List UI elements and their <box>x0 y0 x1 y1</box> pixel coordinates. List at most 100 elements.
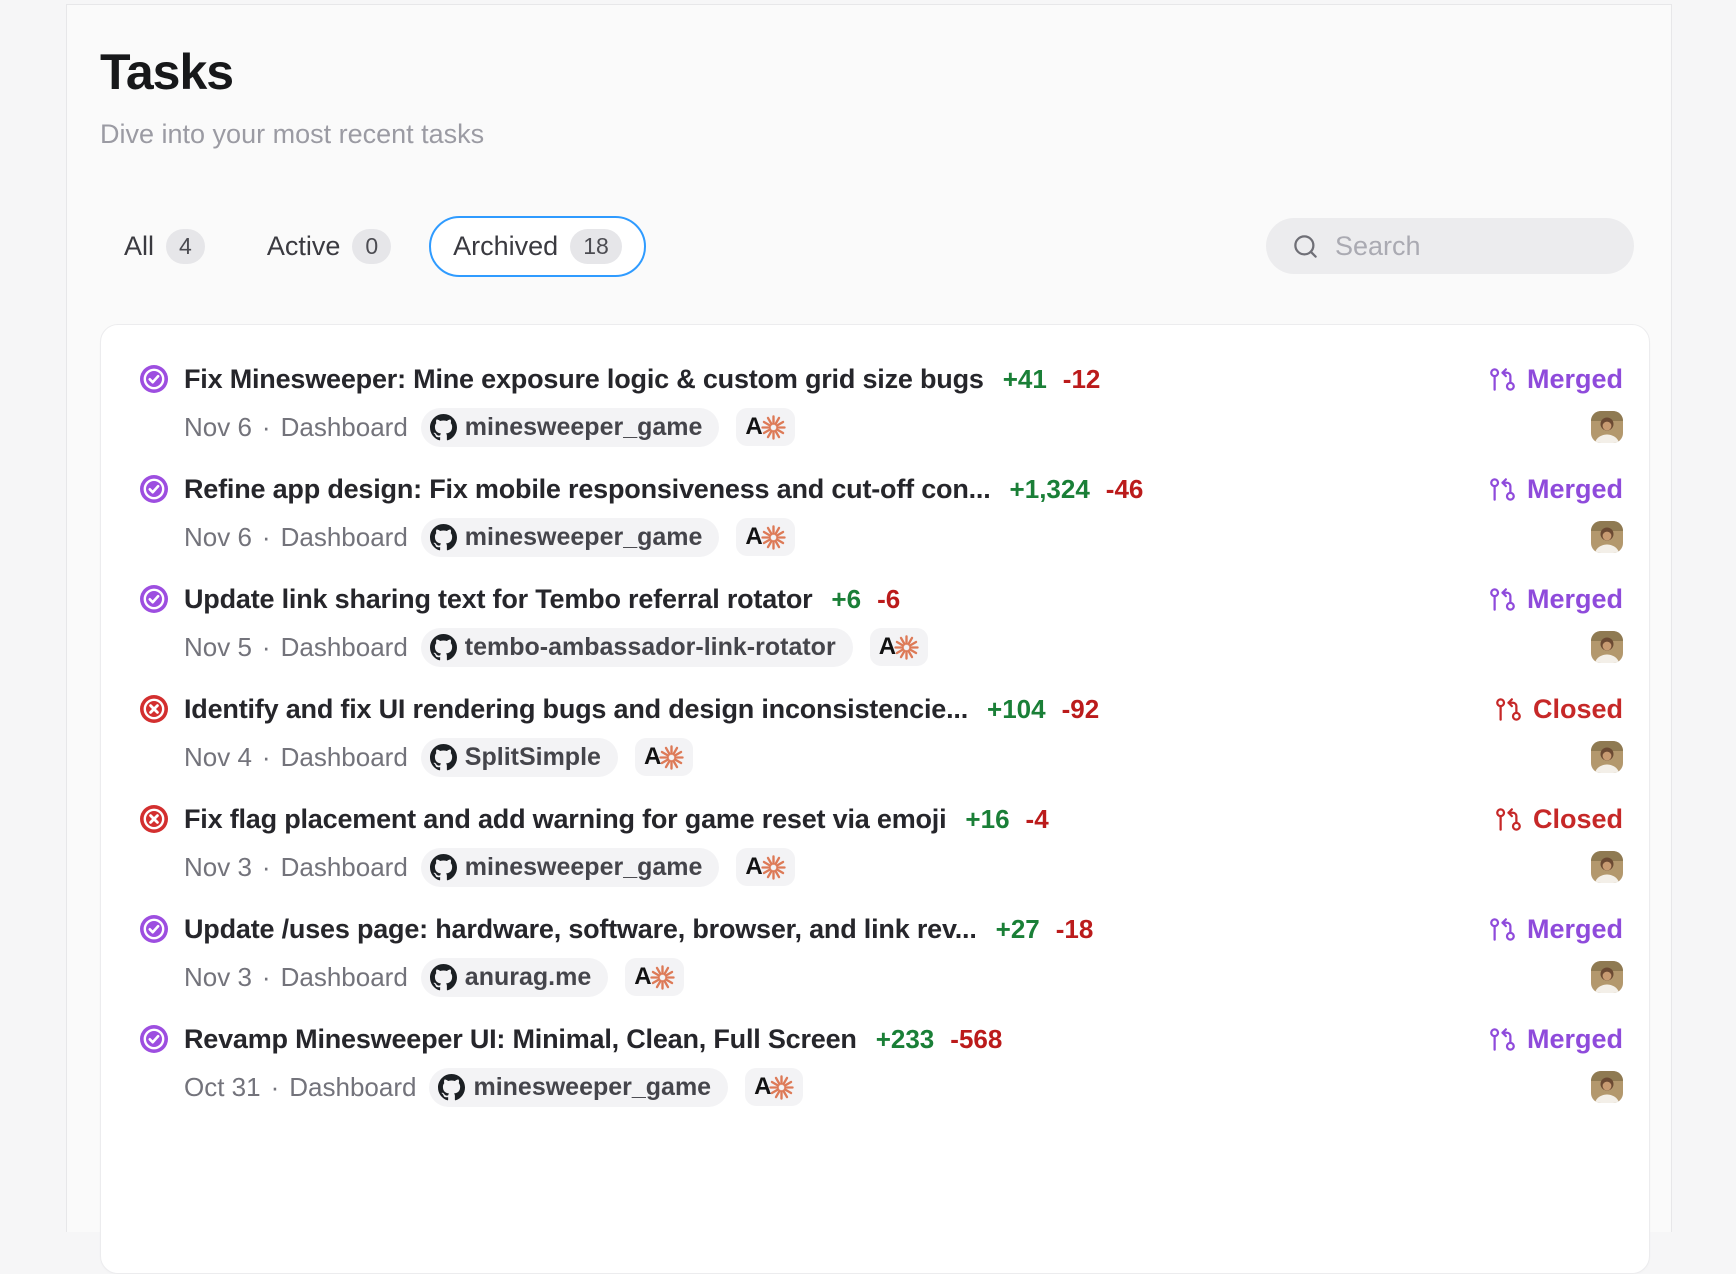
deletions-count: -46 <box>1106 474 1144 505</box>
task-row[interactable]: Fix Minesweeper: Mine exposure logic & c… <box>140 349 1623 459</box>
pr-status: Merged <box>1489 474 1623 505</box>
avatar <box>1591 411 1623 443</box>
task-row-meta-line: Nov 6 · Dashboard minesweeper_game A <box>184 517 1623 557</box>
diff-stats: +16 -4 <box>965 804 1048 835</box>
task-meta: Oct 31 · Dashboard <box>184 1072 416 1103</box>
task-source: Dashboard <box>281 522 408 553</box>
meta-separator: · <box>262 522 271 553</box>
repo-badge[interactable]: minesweeper_game <box>421 408 720 447</box>
check-circle-icon <box>140 585 168 613</box>
task-row-main-line: Identify and fix UI rendering bugs and d… <box>140 691 1623 727</box>
task-title: Refine app design: Fix mobile responsive… <box>184 474 991 505</box>
page-subtitle: Dive into your most recent tasks <box>100 119 1671 150</box>
task-row-meta-line: Nov 3 · Dashboard minesweeper_game A <box>184 847 1623 887</box>
claude-starburst-icon <box>760 414 787 441</box>
github-mark-icon <box>430 854 457 881</box>
deletions-count: -12 <box>1063 364 1101 395</box>
task-title: Fix Minesweeper: Mine exposure logic & c… <box>184 364 984 395</box>
tab-label: All <box>124 231 154 262</box>
github-mark-icon <box>430 634 457 661</box>
avatar <box>1591 741 1623 773</box>
deletions-count: -568 <box>950 1024 1002 1055</box>
task-date: Nov 6 <box>184 412 252 443</box>
pr-status: Merged <box>1489 1024 1623 1055</box>
github-mark-icon <box>430 524 457 551</box>
task-date: Nov 4 <box>184 742 252 773</box>
task-row-meta-line: Oct 31 · Dashboard minesweeper_game A <box>184 1067 1623 1107</box>
pr-status: Closed <box>1495 804 1623 835</box>
repo-badge[interactable]: minesweeper_game <box>421 848 720 887</box>
pull-request-arrow-icon <box>1489 586 1516 613</box>
check-circle-icon <box>140 1025 168 1053</box>
pr-status: Merged <box>1489 584 1623 615</box>
deletions-count: -18 <box>1056 914 1094 945</box>
pr-status: Merged <box>1489 364 1623 395</box>
task-source: Dashboard <box>281 852 408 883</box>
diff-stats: +27 -18 <box>996 914 1094 945</box>
additions-count: +6 <box>831 584 861 615</box>
claude-starburst-icon <box>760 524 787 551</box>
deletions-count: -92 <box>1062 694 1100 725</box>
pr-status: Merged <box>1489 914 1623 945</box>
task-title: Revamp Minesweeper UI: Minimal, Clean, F… <box>184 1024 857 1055</box>
check-circle-icon <box>140 365 168 393</box>
github-mark-icon <box>430 744 457 771</box>
task-row[interactable]: Update link sharing text for Tembo refer… <box>140 569 1623 679</box>
search-box[interactable] <box>1266 218 1634 274</box>
task-source: Dashboard <box>281 742 408 773</box>
task-row[interactable]: Identify and fix UI rendering bugs and d… <box>140 679 1623 789</box>
pull-request-arrow-icon <box>1495 696 1522 723</box>
claude-starburst-icon <box>760 854 787 881</box>
meta-separator: · <box>262 742 271 773</box>
task-title: Update /uses page: hardware, software, b… <box>184 914 977 945</box>
search-input[interactable] <box>1333 230 1691 263</box>
repo-badge[interactable]: SplitSimple <box>421 738 618 777</box>
task-row[interactable]: Update /uses page: hardware, software, b… <box>140 899 1623 1009</box>
model-badge: A <box>736 848 794 886</box>
repo-name: minesweeper_game <box>465 523 703 552</box>
github-mark-icon <box>438 1074 465 1101</box>
task-source: Dashboard <box>281 632 408 663</box>
repo-badge[interactable]: anurag.me <box>421 958 608 997</box>
meta-separator: · <box>271 1072 280 1103</box>
claude-starburst-icon <box>768 1074 795 1101</box>
filter-tab-active[interactable]: Active 0 <box>243 216 415 278</box>
avatar <box>1591 521 1623 553</box>
pull-request-arrow-icon <box>1489 1026 1516 1053</box>
tab-label: Active <box>267 231 341 262</box>
task-row-main-line: Revamp Minesweeper UI: Minimal, Clean, F… <box>140 1021 1623 1057</box>
task-row-main-line: Update link sharing text for Tembo refer… <box>140 581 1623 617</box>
pr-status-label: Merged <box>1527 914 1623 945</box>
check-circle-icon <box>140 915 168 943</box>
repo-badge[interactable]: tembo-ambassador-link-rotator <box>421 628 853 667</box>
task-source: Dashboard <box>289 1072 416 1103</box>
repo-badge[interactable]: minesweeper_game <box>429 1068 728 1107</box>
task-row-main-line: Update /uses page: hardware, software, b… <box>140 911 1623 947</box>
task-date: Nov 3 <box>184 852 252 883</box>
toolbar: All 4 Active 0 Archived 18 <box>100 216 1650 278</box>
filter-tab-all[interactable]: All 4 <box>100 216 229 278</box>
diff-stats: +1,324 -46 <box>1010 474 1144 505</box>
repo-name: minesweeper_game <box>465 413 703 442</box>
task-meta: Nov 3 · Dashboard <box>184 852 408 883</box>
task-row[interactable]: Refine app design: Fix mobile responsive… <box>140 459 1623 569</box>
additions-count: +104 <box>987 694 1046 725</box>
repo-name: minesweeper_game <box>465 853 703 882</box>
filter-tabs: All 4 Active 0 Archived 18 <box>100 216 646 278</box>
repo-name: minesweeper_game <box>473 1073 711 1102</box>
repo-badge[interactable]: minesweeper_game <box>421 518 720 557</box>
tab-label: Archived <box>453 231 558 262</box>
model-badge: A <box>745 1068 803 1106</box>
diff-stats: +41 -12 <box>1003 364 1101 395</box>
model-badge: A <box>736 408 794 446</box>
pr-status-label: Merged <box>1527 474 1623 505</box>
page-title: Tasks <box>100 46 1671 99</box>
task-date: Nov 3 <box>184 962 252 993</box>
task-row-main-line: Refine app design: Fix mobile responsive… <box>140 471 1623 507</box>
filter-tab-archived[interactable]: Archived 18 <box>429 216 646 278</box>
task-row[interactable]: Fix flag placement and add warning for g… <box>140 789 1623 899</box>
task-meta: Nov 5 · Dashboard <box>184 632 408 663</box>
claude-starburst-icon <box>893 634 920 661</box>
task-row-meta-line: Nov 6 · Dashboard minesweeper_game A <box>184 407 1623 447</box>
task-row[interactable]: Revamp Minesweeper UI: Minimal, Clean, F… <box>140 1009 1623 1119</box>
